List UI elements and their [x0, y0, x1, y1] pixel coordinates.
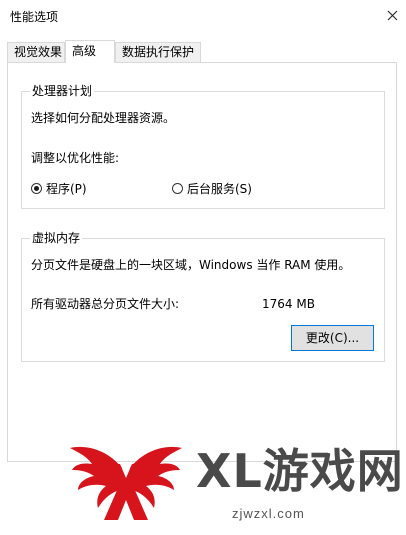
window-title: 性能选项	[10, 10, 59, 24]
virtual-memory-group-title: 虚拟内存	[30, 230, 83, 246]
xl-wing-logo-icon	[70, 446, 182, 520]
watermark: XL游戏网 zjwzxl.com	[0, 420, 406, 535]
close-icon	[387, 10, 397, 20]
processor-scheduling-group: 处理器计划 选择如何分配处理器资源。 调整以优化性能: 程序(P) 后台服务(S…	[21, 83, 385, 209]
radio-programs-label: 程序(P)	[46, 182, 87, 196]
tab-advanced[interactable]: 高级	[65, 40, 115, 63]
tab-data-execution-prevention[interactable]: 数据执行保护	[115, 42, 201, 62]
watermark-brand: XL游戏网	[196, 444, 404, 498]
radio-programs[interactable]: 程序(P)	[31, 180, 87, 197]
virtual-memory-description: 分页文件是硬盘上的一块区域，Windows 当作 RAM 使用。	[31, 258, 351, 272]
adjust-label: 调整以优化性能:	[31, 151, 120, 165]
title-bar: 性能选项	[0, 0, 406, 32]
radio-background-services[interactable]: 后台服务(S)	[172, 180, 252, 197]
total-paging-value: 1764 MB	[262, 297, 315, 311]
tab-panel-advanced: 处理器计划 选择如何分配处理器资源。 调整以优化性能: 程序(P) 后台服务(S…	[7, 62, 397, 462]
processor-description: 选择如何分配处理器资源。	[31, 111, 176, 125]
total-paging-label: 所有驱动器总分页文件大小:	[31, 297, 180, 311]
tab-visual-effects[interactable]: 视觉效果	[7, 42, 65, 62]
radio-programs-indicator	[31, 183, 42, 194]
radio-background-services-indicator	[172, 183, 183, 194]
watermark-site: zjwzxl.com	[232, 506, 305, 521]
virtual-memory-group: 虚拟内存 分页文件是硬盘上的一块区域，Windows 当作 RAM 使用。 所有…	[21, 230, 385, 362]
close-button[interactable]	[378, 0, 406, 30]
radio-background-services-label: 后台服务(S)	[187, 182, 252, 196]
processor-group-title: 处理器计划	[30, 83, 95, 99]
change-button[interactable]: 更改(C)...	[291, 325, 374, 351]
